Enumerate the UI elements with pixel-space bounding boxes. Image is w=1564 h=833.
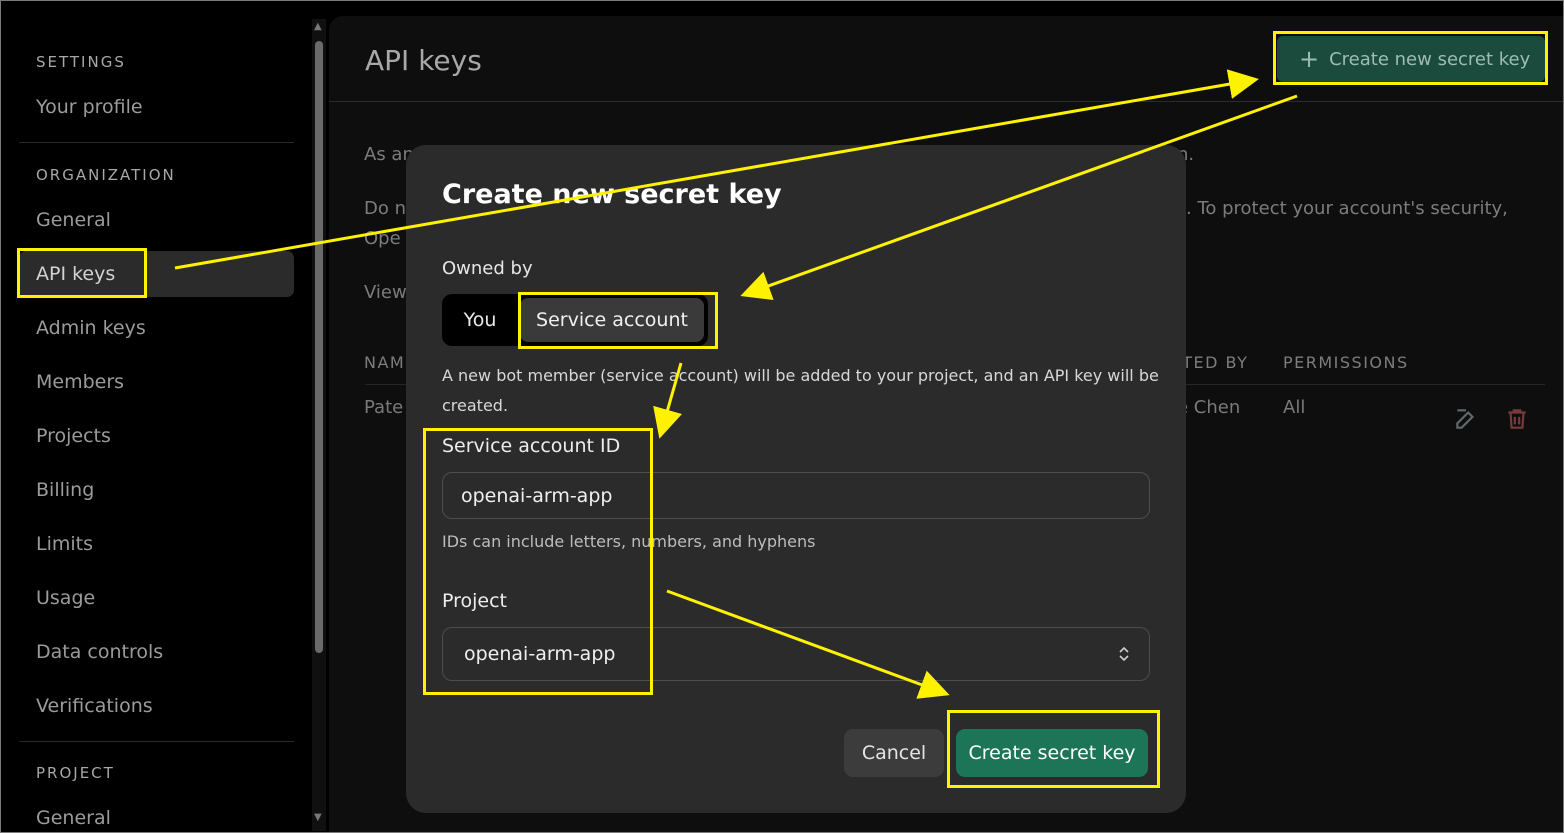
sidebar-item-usage[interactable]: Usage xyxy=(36,587,95,609)
sidebar-section-organization: ORGANIZATION xyxy=(36,166,176,184)
project-label: Project xyxy=(442,590,508,612)
warning-text-line2: Ope xyxy=(364,228,401,249)
sidebar-divider xyxy=(19,142,294,143)
sidebar-item-api-keys[interactable]: API keys xyxy=(36,263,115,285)
table-header-name: NAM xyxy=(364,353,406,372)
table-cell-name: Pate xyxy=(364,397,404,418)
create-new-secret-key-button[interactable]: + Create new secret key xyxy=(1277,36,1545,82)
page-title: API keys xyxy=(365,44,482,77)
screenshot-frame: SETTINGS Your profile ORGANIZATION Gener… xyxy=(0,0,1564,833)
warning-text-end: . To protect your account's security, xyxy=(1186,198,1508,219)
owned-by-label: Owned by xyxy=(442,258,533,279)
sidebar-item-general[interactable]: General xyxy=(36,209,111,231)
owner-option-service-account[interactable]: Service account xyxy=(520,298,704,342)
view-text: View xyxy=(364,282,407,303)
sidebar-item-billing[interactable]: Billing xyxy=(36,479,94,501)
sidebar-item-your-profile[interactable]: Your profile xyxy=(36,96,143,118)
sidebar-section-settings: SETTINGS xyxy=(36,53,126,71)
dialog-title: Create new secret key xyxy=(442,179,782,210)
create-new-secret-key-label: Create new secret key xyxy=(1329,48,1531,70)
scroll-up-icon[interactable]: ▲ xyxy=(314,21,322,32)
sidebar-item-verifications[interactable]: Verifications xyxy=(36,695,153,717)
table-header-permissions: PERMISSIONS xyxy=(1283,353,1409,372)
table-cell-permissions: All xyxy=(1283,397,1306,418)
trash-icon[interactable] xyxy=(1504,406,1530,432)
owner-help-text: A new bot member (service account) will … xyxy=(442,366,1159,415)
owner-option-you[interactable]: You xyxy=(442,294,518,346)
project-select-value: openai-arm-app xyxy=(464,643,616,665)
sidebar-item-data-controls[interactable]: Data controls xyxy=(36,641,163,663)
sidebar-item-limits[interactable]: Limits xyxy=(36,533,93,555)
owner-segmented-control: You Service account xyxy=(442,294,708,346)
sidebar-scrollbar-thumb[interactable] xyxy=(315,41,323,653)
chevron-up-down-icon xyxy=(1119,646,1129,662)
page-header: API keys + Create new secret key xyxy=(329,16,1563,102)
create-secret-key-button[interactable]: Create secret key xyxy=(956,729,1148,777)
sidebar-item-project-general[interactable]: General xyxy=(36,807,111,829)
service-account-id-label: Service account ID xyxy=(442,435,621,457)
plus-icon: + xyxy=(1299,45,1320,73)
warning-text-start: Do n xyxy=(364,198,407,219)
service-account-id-input[interactable] xyxy=(442,472,1150,519)
scroll-down-icon[interactable]: ▼ xyxy=(314,812,322,823)
service-account-id-help: IDs can include letters, numbers, and hy… xyxy=(442,532,816,551)
edit-icon[interactable] xyxy=(1453,406,1479,432)
sidebar-item-projects[interactable]: Projects xyxy=(36,425,111,447)
project-select[interactable]: openai-arm-app xyxy=(442,627,1150,681)
sidebar-item-admin-keys[interactable]: Admin keys xyxy=(36,317,146,339)
table-cell-created-by: e Chen xyxy=(1177,397,1241,418)
sidebar-item-members[interactable]: Members xyxy=(36,371,124,393)
sidebar: SETTINGS Your profile ORGANIZATION Gener… xyxy=(3,3,311,832)
cancel-button[interactable]: Cancel xyxy=(844,729,944,777)
sidebar-section-project: PROJECT xyxy=(36,764,115,782)
sidebar-divider xyxy=(19,741,294,742)
create-secret-key-dialog: Create new secret key Owned by You Servi… xyxy=(406,145,1186,813)
